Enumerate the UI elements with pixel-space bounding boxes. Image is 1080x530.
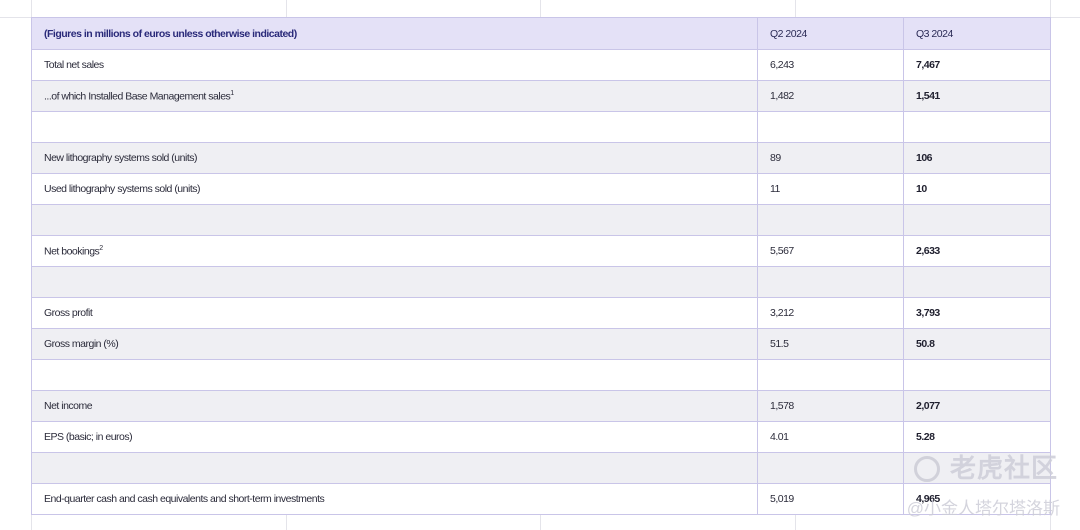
table-row: Gross margin (%) 51.5 50.8: [31, 328, 1051, 360]
table-row: Net income 1,578 2,077: [31, 390, 1051, 422]
footnote-marker: 1: [230, 89, 234, 97]
value-q2-2024: 1,578: [757, 390, 904, 422]
value-q2-2024: [757, 204, 904, 236]
table-row: New lithography systems sold (units) 89 10…: [31, 142, 1051, 174]
row-label: Total net sales: [31, 49, 758, 81]
units-note-header: (Figures in millions of euros unless oth…: [31, 17, 758, 50]
row-label: EPS (basic; in euros): [31, 421, 758, 453]
row-label-text: Net bookings: [44, 245, 100, 258]
row-label: Used lithography systems sold (units): [31, 173, 758, 205]
row-label-text: End-quarter cash and cash equivalents an…: [44, 493, 325, 505]
table-row: Net bookings2 5,567 2,633: [31, 235, 1051, 267]
row-label: [31, 266, 758, 298]
value-q3-2024: 50.8: [903, 328, 1051, 360]
row-label-text: Gross profit: [44, 307, 93, 319]
row-label: End-quarter cash and cash equivalents an…: [31, 483, 758, 515]
value-q2-2024: 4.01: [757, 421, 904, 453]
value-q3-2024: [903, 359, 1051, 391]
value-q3-2024: 4,965: [903, 483, 1051, 515]
table-row: Total net sales 6,243 7,467: [31, 49, 1051, 81]
spacer-row: [31, 111, 1051, 143]
value-q3-2024: [903, 266, 1051, 298]
value-q2-2024: [757, 111, 904, 143]
column-header-q3-2024: Q3 2024: [903, 17, 1051, 50]
value-q2-2024: 51.5: [757, 328, 904, 360]
value-q2-2024: [757, 359, 904, 391]
value-q2-2024: 89: [757, 142, 904, 174]
row-label: New lithography systems sold (units): [31, 142, 758, 174]
value-q2-2024: 1,482: [757, 80, 904, 112]
value-q2-2024: 11: [757, 173, 904, 205]
value-q2-2024: 3,212: [757, 297, 904, 329]
value-q3-2024: 1,541: [903, 80, 1051, 112]
table-row: Used lithography systems sold (units) 11 1…: [31, 173, 1051, 205]
value-q2-2024: [757, 452, 904, 484]
value-q3-2024: 7,467: [903, 49, 1051, 81]
table-row: End-quarter cash and cash equivalents an…: [31, 483, 1051, 515]
row-label: [31, 204, 758, 236]
value-q3-2024: 10: [903, 173, 1051, 205]
spacer-row: [31, 204, 1051, 236]
value-q2-2024: 6,243: [757, 49, 904, 81]
value-q3-2024: 2,077: [903, 390, 1051, 422]
row-label: [31, 452, 758, 484]
value-q3-2024: 5.28: [903, 421, 1051, 453]
value-q3-2024: 106: [903, 142, 1051, 174]
value-q3-2024: [903, 452, 1051, 484]
row-label: [31, 111, 758, 143]
row-label-text: Gross margin (%): [44, 338, 119, 350]
value-q3-2024: 3,793: [903, 297, 1051, 329]
row-label: Gross profit: [31, 297, 758, 329]
value-q2-2024: 5,019: [757, 483, 904, 515]
row-label: [31, 359, 758, 391]
row-label: ...of which Installed Base Management sa…: [31, 80, 758, 112]
table-row: Gross profit 3,212 3,793: [31, 297, 1051, 329]
value-q2-2024: 5,567: [757, 235, 904, 267]
row-label-text: New lithography systems sold (units): [44, 152, 197, 164]
financial-kpi-table: (Figures in millions of euros unless oth…: [31, 17, 1051, 515]
spacer-row: [31, 452, 1051, 484]
row-label-text: Used lithography systems sold (units): [44, 183, 201, 195]
spacer-row: [31, 359, 1051, 391]
value-q2-2024: [757, 266, 904, 298]
row-label-text: EPS (basic; in euros): [44, 431, 133, 443]
row-label: Gross margin (%): [31, 328, 758, 360]
row-label: Net bookings2: [31, 235, 758, 267]
footnote-marker: 2: [99, 244, 103, 252]
value-q3-2024: [903, 204, 1051, 236]
row-label: Net income: [31, 390, 758, 422]
row-label-text: Net income: [44, 400, 93, 412]
table-header-row: (Figures in millions of euros unless oth…: [31, 17, 1051, 50]
value-q3-2024: 2,633: [903, 235, 1051, 267]
value-q3-2024: [903, 111, 1051, 143]
column-header-q2-2024: Q2 2024: [757, 17, 904, 50]
table-row: ...of which Installed Base Management sa…: [31, 80, 1051, 112]
row-label-text: Total net sales: [44, 59, 104, 71]
spacer-row: [31, 266, 1051, 298]
table-row: EPS (basic; in euros) 4.01 5.28: [31, 421, 1051, 453]
row-label-text: ...of which Installed Base Management sa…: [44, 90, 231, 103]
